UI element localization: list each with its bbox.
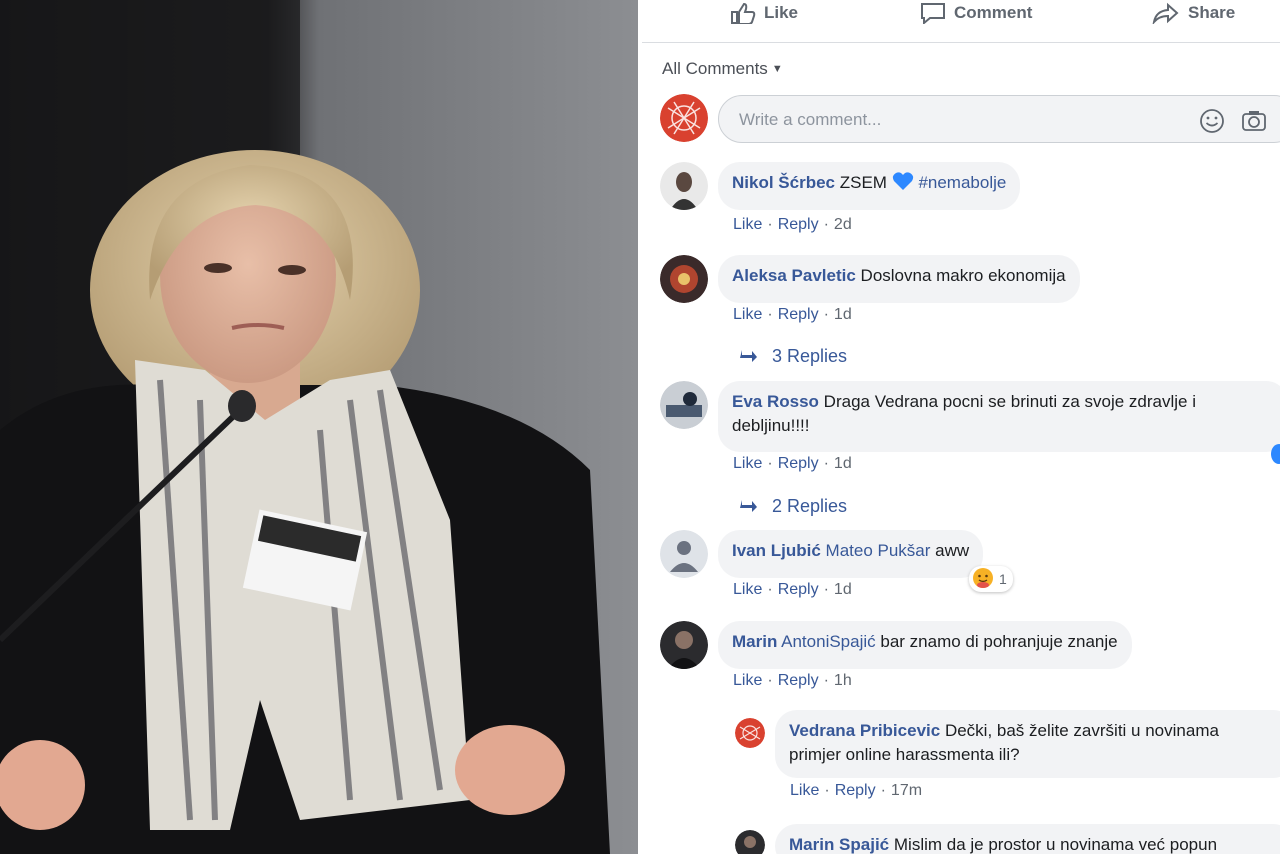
comment-bubble: Nikol Šćrbec ZSEM #nemabolje [718,162,1021,210]
commenter-avatar[interactable] [660,162,708,210]
commenter-avatar[interactable] [660,530,708,578]
comment-action[interactable]: Comment [920,0,1032,26]
share-action[interactable]: Share [1152,0,1235,26]
commenter-avatar[interactable] [660,255,708,303]
reply-link[interactable]: Reply [835,782,876,799]
comment-composer [718,95,1280,143]
reply-link[interactable]: Reply [778,306,819,323]
mention-link[interactable]: Mateo Pukšar [826,541,931,560]
comment-time[interactable]: 2d [834,216,852,233]
view-replies-link[interactable]: 2 Replies [740,496,847,517]
emoji-icon[interactable] [1199,108,1225,139]
comment-author[interactable]: Marin [732,632,777,651]
hug-reaction-icon [972,567,994,592]
conference-photo [0,0,638,854]
comment-meta: Like · Reply · 1d [733,455,852,472]
hashtag-link[interactable]: #nemabolje [918,173,1006,192]
replies-count: 3 Replies [772,346,848,366]
post-action-bar: Like Comment Share [642,0,1280,43]
comment-author[interactable]: Ivan Ljubić [732,541,821,560]
reply-text-line1: Dečki, baš želite završiti u novinama [944,721,1219,740]
reply-link[interactable]: Reply [778,672,819,689]
commenter-avatar[interactable] [660,621,708,669]
reply-bubble: Marin Spajić Mislim da je prostor u novi… [775,824,1280,854]
thumbs-up-icon [730,2,756,24]
like-link[interactable]: Like [733,581,762,598]
reply-author[interactable]: Marin Spajić [789,835,889,854]
comment-meta: Like · Reply · 1d [733,581,852,598]
like-link[interactable]: Like [733,306,762,323]
comment-author[interactable]: Eva Rosso [732,392,819,411]
comment-meta: Like · Reply · 2d [733,216,852,233]
like-link[interactable]: Like [790,782,819,799]
comment-filter-dropdown[interactable]: All Comments ▼ [662,59,783,79]
comment-author[interactable]: Nikol Šćrbec [732,173,835,192]
reply-link[interactable]: Reply [778,455,819,472]
comment-text: aww [935,541,970,560]
comment-text-line2: debljinu!!!! [732,416,810,435]
comment-text-line1: Draga Vedrana pocni se brinuti za svoje … [823,392,1196,411]
reaction-count: 1 [999,571,1007,587]
reply-avatar[interactable] [735,830,765,854]
view-replies-link[interactable]: 3 Replies [740,346,847,367]
share-action-label: Share [1188,3,1236,22]
comment-filter-label: All Comments [662,59,768,78]
comment-time[interactable]: 17m [891,782,922,799]
reply-author[interactable]: Vedrana Pribicevic [789,721,940,740]
comment-action-label: Comment [954,3,1033,22]
reply-bubble: Vedrana Pribicevic Dečki, baš želite zav… [775,710,1280,778]
reply-link[interactable]: Reply [778,581,819,598]
camera-icon[interactable] [1241,108,1267,139]
commenter-avatar[interactable] [660,381,708,429]
reply-arrow-icon [740,496,758,517]
comment-text: bar znamo di pohranjuje znanje [880,632,1118,651]
reply-meta: Like · Reply · 17m [790,782,923,799]
like-link[interactable]: Like [733,672,762,689]
comments-panel: Like Comment Share All Comments ▼ Write … [642,0,1280,854]
comment-bubble: Aleksa Pavletic Doslovna makro ekonomija [718,255,1080,303]
like-action[interactable]: Like [730,0,798,26]
caret-down-icon: ▼ [771,63,783,75]
like-action-label: Like [764,3,799,22]
comment-input[interactable] [737,107,1161,133]
replies-count: 2 Replies [772,496,848,516]
comment-bubble: Eva Rosso Draga Vedrana pocni se brinuti… [718,381,1280,452]
reply-avatar[interactable] [735,718,765,748]
mention-link[interactable]: AntoniSpajić [781,632,876,651]
reply-text: Mislim da je prostor u novinama već popu… [893,835,1218,854]
comment-text: ZSEM [839,173,887,192]
comment-time[interactable]: 1d [834,581,852,598]
blue-heart-icon [892,171,914,198]
speech-bubble-icon [920,2,946,24]
comment-time[interactable]: 1h [834,672,852,689]
comment-bubble: Marin AntoniSpajić bar znamo di pohranju… [718,621,1132,669]
comment-meta: Like · Reply · 1d [733,306,852,323]
like-link[interactable]: Like [733,216,762,233]
reply-arrow-icon [740,346,758,367]
reaction-summary[interactable]: 1 [969,566,1013,592]
comment-author[interactable]: Aleksa Pavletic [732,266,856,285]
reply-text-line2: primjer online harassmenta ili? [789,745,1020,764]
chat-bubble-edge-icon[interactable] [1271,444,1280,464]
comment-time[interactable]: 1d [834,455,852,472]
reply-link[interactable]: Reply [778,216,819,233]
share-arrow-icon [1152,2,1180,24]
comment-meta: Like · Reply · 1h [733,672,852,689]
like-link[interactable]: Like [733,455,762,472]
comment-text: Doslovna makro ekonomija [860,266,1066,285]
current-user-avatar[interactable] [660,94,708,142]
comment-time[interactable]: 1d [834,306,852,323]
comment-bubble: Ivan Ljubić Mateo Pukšar aww [718,530,984,578]
